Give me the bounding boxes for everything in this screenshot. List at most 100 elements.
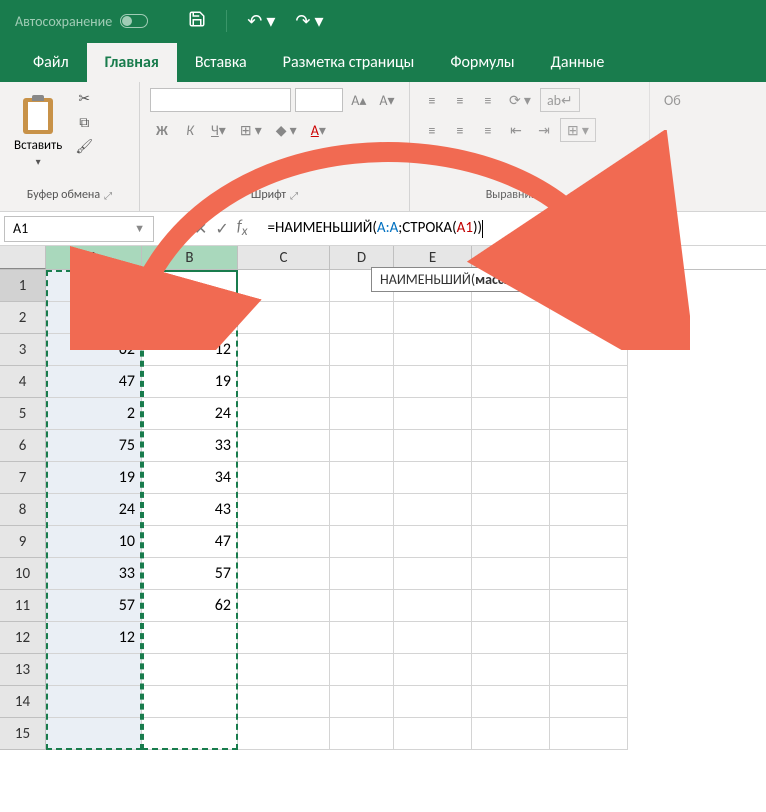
cell[interactable] <box>238 302 330 334</box>
cell[interactable] <box>46 718 142 750</box>
decrease-indent-icon[interactable]: ⇤ <box>504 118 528 142</box>
fill-color-icon[interactable]: ◆ ▾ <box>271 118 302 142</box>
font-name-combo[interactable] <box>150 88 291 112</box>
cell[interactable] <box>330 398 394 430</box>
cell[interactable] <box>330 430 394 462</box>
cell[interactable] <box>238 590 330 622</box>
cancel-icon[interactable]: ✕ <box>194 219 207 239</box>
cell[interactable] <box>472 622 550 654</box>
cell[interactable]: 24 <box>142 398 238 430</box>
cell[interactable] <box>472 654 550 686</box>
function-tooltip[interactable]: НАИМЕНЬШИЙ(массив; k) <box>371 267 545 292</box>
cell[interactable] <box>238 718 330 750</box>
align-bottom-icon[interactable]: ≡ <box>476 88 500 112</box>
cell[interactable]: 62 <box>46 334 142 366</box>
cell[interactable] <box>394 334 472 366</box>
cell[interactable]: 24 <box>46 494 142 526</box>
row-header[interactable]: 6 <box>0 430 46 462</box>
cut-icon[interactable]: ✂ <box>72 88 96 108</box>
cell[interactable] <box>330 302 394 334</box>
increase-indent-icon[interactable]: ⇥ <box>532 118 556 142</box>
cell[interactable] <box>238 558 330 590</box>
cell[interactable] <box>550 526 628 558</box>
underline-button[interactable]: Ч ▾ <box>206 118 231 142</box>
expand-icon[interactable]: ⤢ <box>290 189 298 202</box>
bold-button[interactable]: Ж <box>150 118 174 142</box>
cell[interactable] <box>472 334 550 366</box>
expand-icon[interactable]: ⤢ <box>565 189 573 202</box>
cell[interactable] <box>472 526 550 558</box>
row-header[interactable]: 7 <box>0 462 46 494</box>
cell[interactable] <box>394 462 472 494</box>
autosave-control[interactable]: Автосохранение <box>15 13 148 30</box>
save-icon[interactable] <box>188 10 206 33</box>
col-header-B[interactable]: B <box>142 246 238 269</box>
tab-formulas[interactable]: Формулы <box>432 43 532 82</box>
row-header[interactable]: 3 <box>0 334 46 366</box>
cell[interactable] <box>330 654 394 686</box>
cell[interactable] <box>330 334 394 366</box>
cell[interactable]: 47 <box>46 366 142 398</box>
cell[interactable] <box>142 654 238 686</box>
expand-icon[interactable]: ⤢ <box>104 189 112 202</box>
cells-area[interactable]: НАИМЕНЬШИЙ(массив; k) 43A:A;341062124719… <box>46 270 628 750</box>
italic-button[interactable]: К <box>178 118 202 142</box>
cell[interactable]: 19 <box>142 366 238 398</box>
cell[interactable]: 12 <box>142 334 238 366</box>
cell[interactable] <box>394 430 472 462</box>
row-header[interactable]: 15 <box>0 718 46 750</box>
cell[interactable]: 34 <box>142 462 238 494</box>
cell[interactable]: 43 <box>142 494 238 526</box>
cell[interactable] <box>238 526 330 558</box>
cell[interactable] <box>238 430 330 462</box>
paste-button[interactable]: Вставить ▾ <box>10 88 66 172</box>
cell[interactable] <box>330 462 394 494</box>
cell[interactable] <box>394 686 472 718</box>
cell[interactable] <box>238 398 330 430</box>
cell[interactable]: 43 <box>46 270 142 302</box>
fx-icon[interactable]: fx <box>237 217 248 239</box>
cell[interactable]: A:A; <box>142 270 238 302</box>
cell[interactable] <box>394 558 472 590</box>
cell[interactable] <box>472 590 550 622</box>
cell[interactable] <box>238 366 330 398</box>
cell[interactable] <box>238 270 330 302</box>
cell[interactable] <box>394 654 472 686</box>
cell[interactable] <box>550 590 628 622</box>
cell[interactable] <box>330 494 394 526</box>
cell[interactable] <box>394 526 472 558</box>
tab-home[interactable]: Главная <box>87 43 177 82</box>
cell[interactable] <box>330 366 394 398</box>
row-header[interactable]: 11 <box>0 590 46 622</box>
copy-icon[interactable]: ⧉ <box>72 112 96 132</box>
cell[interactable] <box>550 398 628 430</box>
cell[interactable] <box>330 590 394 622</box>
format-painter-icon[interactable]: 🖌 <box>72 136 96 156</box>
cell[interactable]: 34 <box>46 302 142 334</box>
wrap-text-icon[interactable]: ab↵ <box>540 88 580 112</box>
col-header-C[interactable]: C <box>238 246 330 269</box>
cell[interactable] <box>238 494 330 526</box>
col-header-D[interactable]: D <box>330 246 394 269</box>
cell[interactable] <box>550 494 628 526</box>
cell[interactable] <box>238 334 330 366</box>
align-left-icon[interactable]: ≡ <box>420 118 444 142</box>
cell[interactable] <box>394 590 472 622</box>
row-header[interactable]: 9 <box>0 526 46 558</box>
redo-icon[interactable]: ↷ ▾ <box>295 10 323 32</box>
cell[interactable] <box>394 622 472 654</box>
spreadsheet-grid[interactable]: ABCDEFG 123456789101112131415 НАИМЕНЬШИЙ… <box>0 246 766 750</box>
borders-icon[interactable]: ⊞ ▾ <box>235 118 267 142</box>
row-header[interactable]: 1 <box>0 270 46 302</box>
cell[interactable] <box>330 526 394 558</box>
cell[interactable] <box>472 462 550 494</box>
cell[interactable]: 33 <box>142 430 238 462</box>
cell[interactable]: 19 <box>46 462 142 494</box>
row-header[interactable]: 14 <box>0 686 46 718</box>
cell[interactable] <box>142 622 238 654</box>
cell[interactable] <box>394 366 472 398</box>
cell[interactable] <box>46 686 142 718</box>
cell[interactable] <box>550 622 628 654</box>
col-header-A[interactable]: A <box>46 246 142 269</box>
align-center-icon[interactable]: ≡ <box>448 118 472 142</box>
